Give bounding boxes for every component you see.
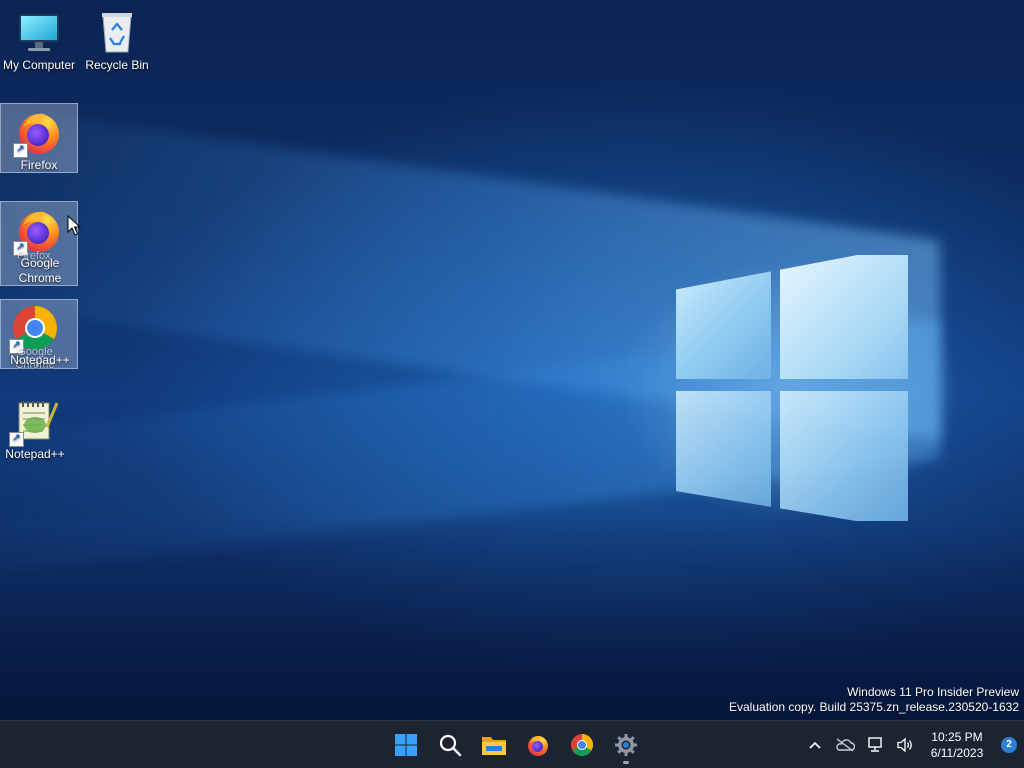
desktop-icon-recycle-bin[interactable]: Recycle Bin xyxy=(78,4,156,73)
shortcut-arrow-icon: ↗ xyxy=(9,432,24,447)
clock-time: 10:25 PM xyxy=(931,730,983,744)
firefox-button[interactable] xyxy=(516,725,560,765)
desktop-icon-notepad-plus-plus-slot[interactable]: ↗ Google Chrome Notepad++ xyxy=(0,299,78,371)
folder-icon xyxy=(482,737,506,755)
windows-watermark: Windows 11 Pro Insider Preview Evaluatio… xyxy=(729,685,1019,715)
start-button[interactable] xyxy=(384,725,428,765)
desktop-icon-google-chrome[interactable]: ↗ Firefox Google Chrome xyxy=(0,201,78,286)
clock-date: 6/11/2023 xyxy=(930,746,984,760)
desktop-icon-notepad-plus-plus[interactable]: ↗ Notepad++ xyxy=(0,393,70,462)
search-icon xyxy=(439,734,462,757)
taskbar-apps xyxy=(384,721,648,768)
desktop-icon-my-computer[interactable]: My Computer xyxy=(0,4,78,73)
desktop-icon-label: Notepad++ xyxy=(5,447,65,461)
volume-button[interactable] xyxy=(890,725,920,765)
notification-badge: 2 xyxy=(1001,737,1017,753)
onedrive-button[interactable] xyxy=(830,725,860,765)
cloud-offline-icon xyxy=(836,738,855,752)
show-hidden-icons-button[interactable] xyxy=(800,725,830,765)
chrome-icon xyxy=(571,734,593,756)
firefox-icon: ↗ xyxy=(13,206,63,256)
firefox-icon xyxy=(528,735,548,756)
shortcut-arrow-icon: ↗ xyxy=(13,143,28,158)
gear-icon xyxy=(615,734,637,756)
chrome-icon: ↗ xyxy=(9,304,59,354)
desktop-icon-firefox[interactable]: ↗ Firefox xyxy=(0,103,78,173)
notepad-plus-plus-icon: ↗ xyxy=(9,397,59,447)
desktop-icon-label: Notepad++ xyxy=(10,353,70,367)
desktop-icon-label: Firefox xyxy=(20,158,58,172)
recycle-bin-icon xyxy=(93,8,141,56)
desktop-icon-label: Google Chrome xyxy=(18,256,62,285)
watermark-build: Evaluation copy. Build 25375.zn_release.… xyxy=(729,700,1019,714)
chevron-up-icon xyxy=(809,741,821,749)
notification-center-button[interactable]: 2 xyxy=(994,737,1024,753)
settings-button[interactable] xyxy=(604,725,648,765)
firefox-icon: ↗ xyxy=(13,108,63,158)
watermark-edition: Windows 11 Pro Insider Preview xyxy=(847,685,1019,699)
desktop-icon-label: My Computer xyxy=(2,58,76,72)
desktop-icon-label: Recycle Bin xyxy=(85,58,149,72)
clock-button[interactable]: 10:25 PM 6/11/2023 xyxy=(920,729,994,761)
network-icon xyxy=(868,737,882,752)
chrome-button[interactable] xyxy=(560,725,604,765)
desktop[interactable]: My Computer Recycle Bin ↗ Firefox ↗ Fire… xyxy=(0,0,1024,720)
system-tray: 10:25 PM 6/11/2023 2 xyxy=(800,721,1024,768)
file-explorer-button[interactable] xyxy=(472,725,516,765)
search-button[interactable] xyxy=(428,725,472,765)
wallpaper-windows-logo xyxy=(670,245,910,530)
monitor-icon xyxy=(15,8,63,56)
speaker-icon xyxy=(897,737,912,753)
windows-logo-icon xyxy=(395,734,417,756)
network-button[interactable] xyxy=(860,725,890,765)
taskbar: 10:25 PM 6/11/2023 2 xyxy=(0,720,1024,768)
